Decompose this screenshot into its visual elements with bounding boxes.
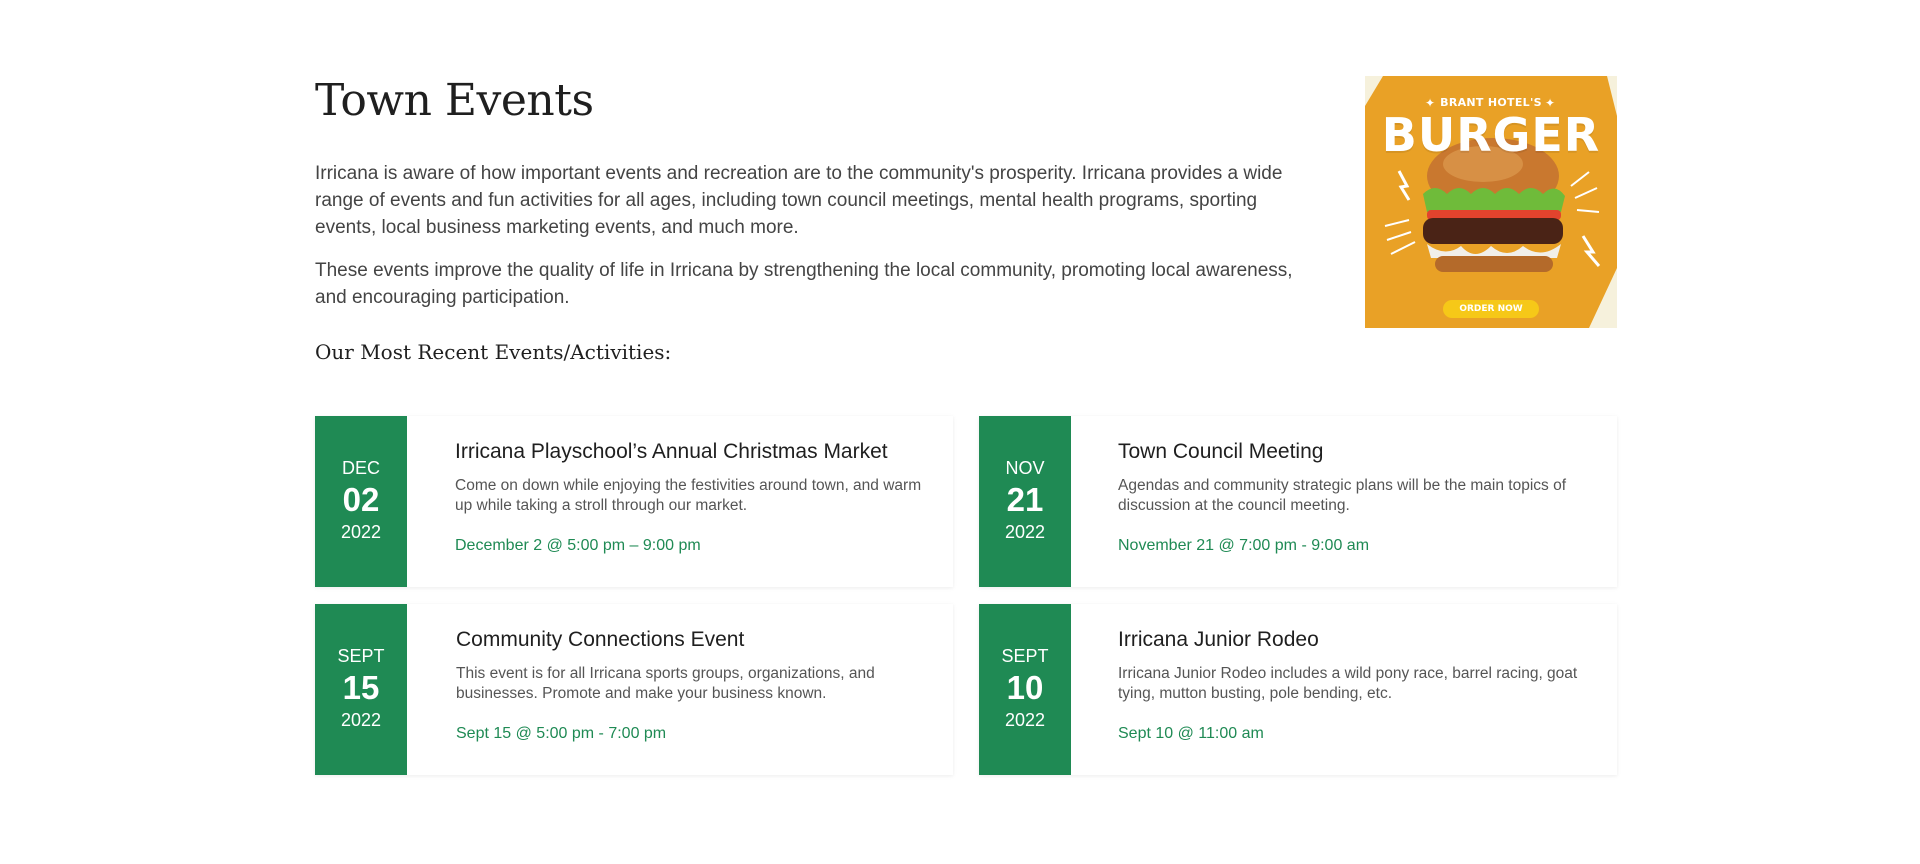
event-year: 2022 bbox=[1004, 710, 1046, 730]
event-card[interactable]: NOV 21 2022 Town Council Meeting Agendas… bbox=[979, 416, 1617, 587]
intro-paragraph-1: Irricana is aware of how important event… bbox=[315, 163, 1283, 238]
event-title-link[interactable]: Irricana Playschool’s Annual Christmas M… bbox=[455, 438, 925, 466]
page-title: Town Events bbox=[315, 75, 594, 126]
event-time: Sept 10 @ 11:00 am bbox=[1118, 725, 1264, 742]
event-time: November 21 @ 7:00 pm - 9:00 am bbox=[1118, 537, 1370, 554]
ad-order-now-button[interactable]: ORDER NOW bbox=[1443, 300, 1539, 318]
event-title-link[interactable]: Town Council Meeting bbox=[1118, 438, 1588, 466]
recent-events-heading: Our Most Recent Events/Activities: bbox=[315, 340, 672, 364]
event-body: Irricana Junior Rodeo Irricana Junior Ro… bbox=[1118, 626, 1588, 744]
event-description: Agendas and community strategic plans wi… bbox=[1118, 477, 1567, 514]
ad-headline: BURGER bbox=[1381, 108, 1601, 162]
event-body: Irricana Playschool’s Annual Christmas M… bbox=[455, 438, 925, 556]
event-card[interactable]: DEC 02 2022 Irricana Playschool’s Annual… bbox=[315, 416, 953, 587]
event-year: 2022 bbox=[1004, 522, 1046, 542]
burger-ad-banner[interactable]: ✦ ✦ BRANT HOTEL'S BURGER ORDER NOW bbox=[1365, 76, 1617, 328]
event-date-badge: SEPT 10 2022 bbox=[979, 604, 1071, 775]
page: Town Events Irricana is aware of how imp… bbox=[0, 0, 1920, 864]
event-time: Sept 15 @ 5:00 pm - 7:00 pm bbox=[456, 725, 667, 742]
event-body: Town Council Meeting Agendas and communi… bbox=[1118, 438, 1588, 556]
event-description: Irricana Junior Rodeo includes a wild po… bbox=[1118, 665, 1578, 702]
event-date-badge: DEC 02 2022 bbox=[315, 416, 407, 587]
event-month: DEC bbox=[341, 458, 380, 478]
event-title-link[interactable]: Irricana Junior Rodeo bbox=[1118, 626, 1588, 654]
intro-paragraph-2: These events improve the quality of life… bbox=[315, 260, 1293, 308]
event-date-badge: NOV 21 2022 bbox=[979, 416, 1071, 587]
intro-section: Town Events Irricana is aware of how imp… bbox=[315, 70, 1295, 367]
event-card[interactable]: SEPT 15 2022 Community Connections Event… bbox=[315, 604, 953, 775]
event-year: 2022 bbox=[340, 522, 382, 542]
event-day: 02 bbox=[342, 481, 380, 518]
event-month: NOV bbox=[1005, 458, 1045, 478]
event-time: December 2 @ 5:00 pm – 9:00 pm bbox=[455, 537, 701, 554]
event-day: 10 bbox=[1006, 669, 1044, 706]
event-month: SEPT bbox=[1001, 646, 1049, 666]
event-day: 21 bbox=[1006, 481, 1044, 518]
event-card[interactable]: SEPT 10 2022 Irricana Junior Rodeo Irric… bbox=[979, 604, 1617, 775]
event-day: 15 bbox=[342, 669, 380, 706]
event-month: SEPT bbox=[337, 646, 385, 666]
event-body: Community Connections Event This event i… bbox=[456, 626, 926, 744]
event-description: Come on down while enjoying the festivit… bbox=[455, 477, 922, 514]
event-year: 2022 bbox=[340, 710, 382, 730]
event-date-badge: SEPT 15 2022 bbox=[315, 604, 407, 775]
event-title-link[interactable]: Community Connections Event bbox=[456, 626, 926, 654]
event-description: This event is for all Irricana sports gr… bbox=[456, 665, 875, 702]
